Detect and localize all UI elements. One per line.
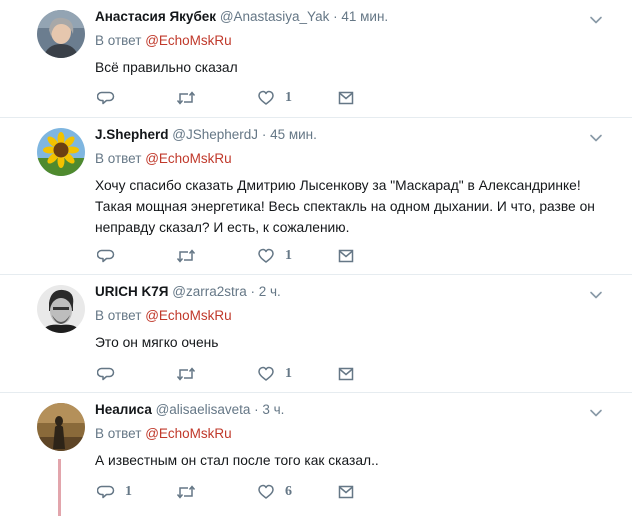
reply-to-link[interactable]: @EchoMskRu (145, 308, 231, 323)
author-name[interactable]: J.Shepherd (95, 127, 169, 142)
separator: · (254, 402, 259, 417)
avatar[interactable] (37, 128, 85, 176)
tweet[interactable]: J.Shepherd @JShepherdJ · 45 мин. В ответ… (0, 118, 632, 275)
direct-message-button[interactable] (337, 482, 355, 502)
avatar[interactable] (37, 10, 85, 58)
timestamp[interactable]: 3 ч. (262, 402, 284, 417)
tweet-actions: 1 (95, 364, 395, 384)
chevron-down-icon[interactable] (588, 287, 604, 303)
reply-icon (97, 367, 115, 381)
envelope-icon (338, 367, 354, 381)
tweet-text: А известным он стал после того как сказа… (95, 453, 379, 468)
retweet-button[interactable] (175, 364, 207, 384)
timestamp[interactable]: 2 ч. (259, 284, 281, 299)
reply-button[interactable] (97, 246, 125, 266)
reply-button[interactable] (97, 364, 125, 384)
tweet[interactable]: URICH K7Я @zarra2stra · 2 ч. В ответ @Ec… (0, 275, 632, 393)
reply-to-label: В ответ (95, 426, 142, 441)
separator: · (333, 9, 338, 24)
retweet-icon (176, 249, 196, 263)
thread-line (58, 459, 61, 516)
reply-to-label: В ответ (95, 308, 142, 323)
tweet-actions: 1 6 (95, 482, 395, 502)
like-count: 1 (285, 248, 292, 263)
direct-message-button[interactable] (337, 364, 355, 384)
retweet-button[interactable] (175, 482, 207, 502)
author-handle[interactable]: @zarra2stra (172, 284, 246, 299)
reply-to-label: В ответ (95, 33, 142, 48)
reply-context: В ответ @EchoMskRu (95, 425, 608, 443)
envelope-icon (338, 485, 354, 499)
reply-button[interactable] (97, 88, 125, 108)
reply-icon (97, 91, 115, 105)
like-button[interactable]: 1 (257, 88, 292, 108)
reply-to-link[interactable]: @EchoMskRu (145, 33, 231, 48)
heart-icon (258, 248, 274, 263)
reply-to-label: В ответ (95, 151, 142, 166)
reply-context: В ответ @EchoMskRu (95, 150, 608, 168)
author-name[interactable]: Анастасия Якубек (95, 9, 216, 24)
like-count: 6 (285, 484, 292, 499)
reply-count: 1 (125, 484, 132, 499)
chevron-down-icon[interactable] (588, 405, 604, 421)
author-handle[interactable]: @JShepherdJ (172, 127, 258, 142)
like-button[interactable]: 6 (257, 482, 292, 502)
retweet-button[interactable] (175, 88, 207, 108)
chevron-down-icon[interactable] (588, 130, 604, 146)
timestamp[interactable]: 41 мин. (341, 9, 388, 24)
retweet-button[interactable] (175, 246, 207, 266)
tweet[interactable]: Анастасия Якубек @Anastasiya_Yak · 41 ми… (0, 0, 632, 118)
like-count: 1 (285, 90, 292, 105)
tweet-text: Всё правильно сказал (95, 60, 238, 75)
reply-to-link[interactable]: @EchoMskRu (145, 151, 231, 166)
tweet-actions: 1 (95, 88, 395, 108)
reply-to-link[interactable]: @EchoMskRu (145, 426, 231, 441)
retweet-icon (176, 91, 196, 105)
envelope-icon (338, 249, 354, 263)
like-count: 1 (285, 366, 292, 381)
reply-icon (97, 249, 115, 263)
author-name[interactable]: Неалиса (95, 402, 152, 417)
direct-message-button[interactable] (337, 88, 355, 108)
retweet-icon (176, 367, 196, 381)
author-handle[interactable]: @alisaelisaveta (156, 402, 251, 417)
reply-icon (97, 485, 115, 499)
tweet-text: Это он мягко очень (95, 335, 219, 350)
chevron-down-icon[interactable] (588, 12, 604, 28)
retweet-icon (176, 485, 196, 499)
reply-button[interactable]: 1 (97, 482, 132, 502)
envelope-icon (338, 91, 354, 105)
timestamp[interactable]: 45 мин. (270, 127, 317, 142)
tweet-actions: 1 (95, 246, 395, 266)
separator: · (250, 284, 255, 299)
heart-icon (258, 366, 274, 381)
separator: · (261, 127, 267, 142)
like-button[interactable]: 1 (257, 364, 292, 384)
avatar[interactable] (37, 285, 85, 333)
like-button[interactable]: 1 (257, 246, 292, 266)
tweet-text: Хочу спасибо сказать Дмитрию Лысенкову з… (95, 178, 595, 235)
reply-context: В ответ @EchoMskRu (95, 32, 608, 50)
author-name[interactable]: URICH K7Я (95, 284, 168, 299)
reply-context: В ответ @EchoMskRu (95, 307, 608, 325)
author-handle[interactable]: @Anastasiya_Yak (220, 9, 330, 24)
heart-icon (258, 484, 274, 499)
direct-message-button[interactable] (337, 246, 355, 266)
tweet[interactable]: Неалиса @alisaelisaveta · 3 ч. В ответ @… (0, 393, 632, 516)
avatar[interactable] (37, 403, 85, 451)
heart-icon (258, 90, 274, 105)
